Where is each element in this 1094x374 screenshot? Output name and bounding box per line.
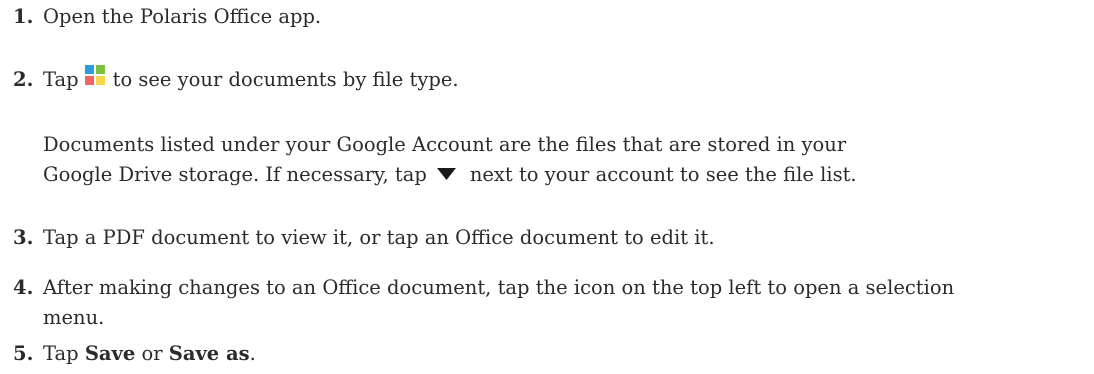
dropdown-triangle-icon	[436, 159, 456, 189]
note-text-part: Google Drive storage. If necessary, tap	[43, 163, 427, 186]
step-number: 3.	[13, 226, 34, 249]
instruction-list: 1. Open the Polaris Office app. 2. Tap t…	[0, 0, 1094, 374]
step-text-part: Tap	[43, 68, 79, 91]
step-text: Open the Polaris Office app.	[43, 5, 322, 28]
step-text-line: After making changes to an Office docume…	[43, 276, 955, 299]
save-as-label: Save as	[168, 342, 250, 365]
step-number: 1.	[13, 5, 34, 28]
save-label: Save	[84, 342, 136, 365]
step-text: Tap a PDF document to view it, or tap an…	[43, 226, 715, 249]
step-text-part: .	[249, 342, 256, 365]
step-text: Tap to see your documents by file type.	[43, 64, 459, 96]
step-text-part: Tap	[43, 342, 79, 365]
step-text: After making changes to an Office docume…	[43, 273, 954, 333]
note-text-part: next to your account to see the file lis…	[469, 163, 857, 186]
step-text-part: to see your documents by file type.	[112, 68, 459, 91]
note-paragraph: Documents listed under your Google Accou…	[43, 130, 857, 191]
step-number: 4.	[13, 276, 34, 299]
step-text-part: or	[141, 342, 163, 365]
note-line-1: Documents listed under your Google Accou…	[43, 133, 847, 156]
filetype-grid-icon	[84, 64, 105, 94]
step-text-line: menu.	[43, 306, 105, 329]
step-number: 5.	[13, 342, 34, 365]
note-line-2: Google Drive storage. If necessary, tap …	[43, 160, 857, 191]
step-number: 2.	[13, 68, 34, 91]
step-text: Tap Save or Save as.	[43, 339, 256, 369]
